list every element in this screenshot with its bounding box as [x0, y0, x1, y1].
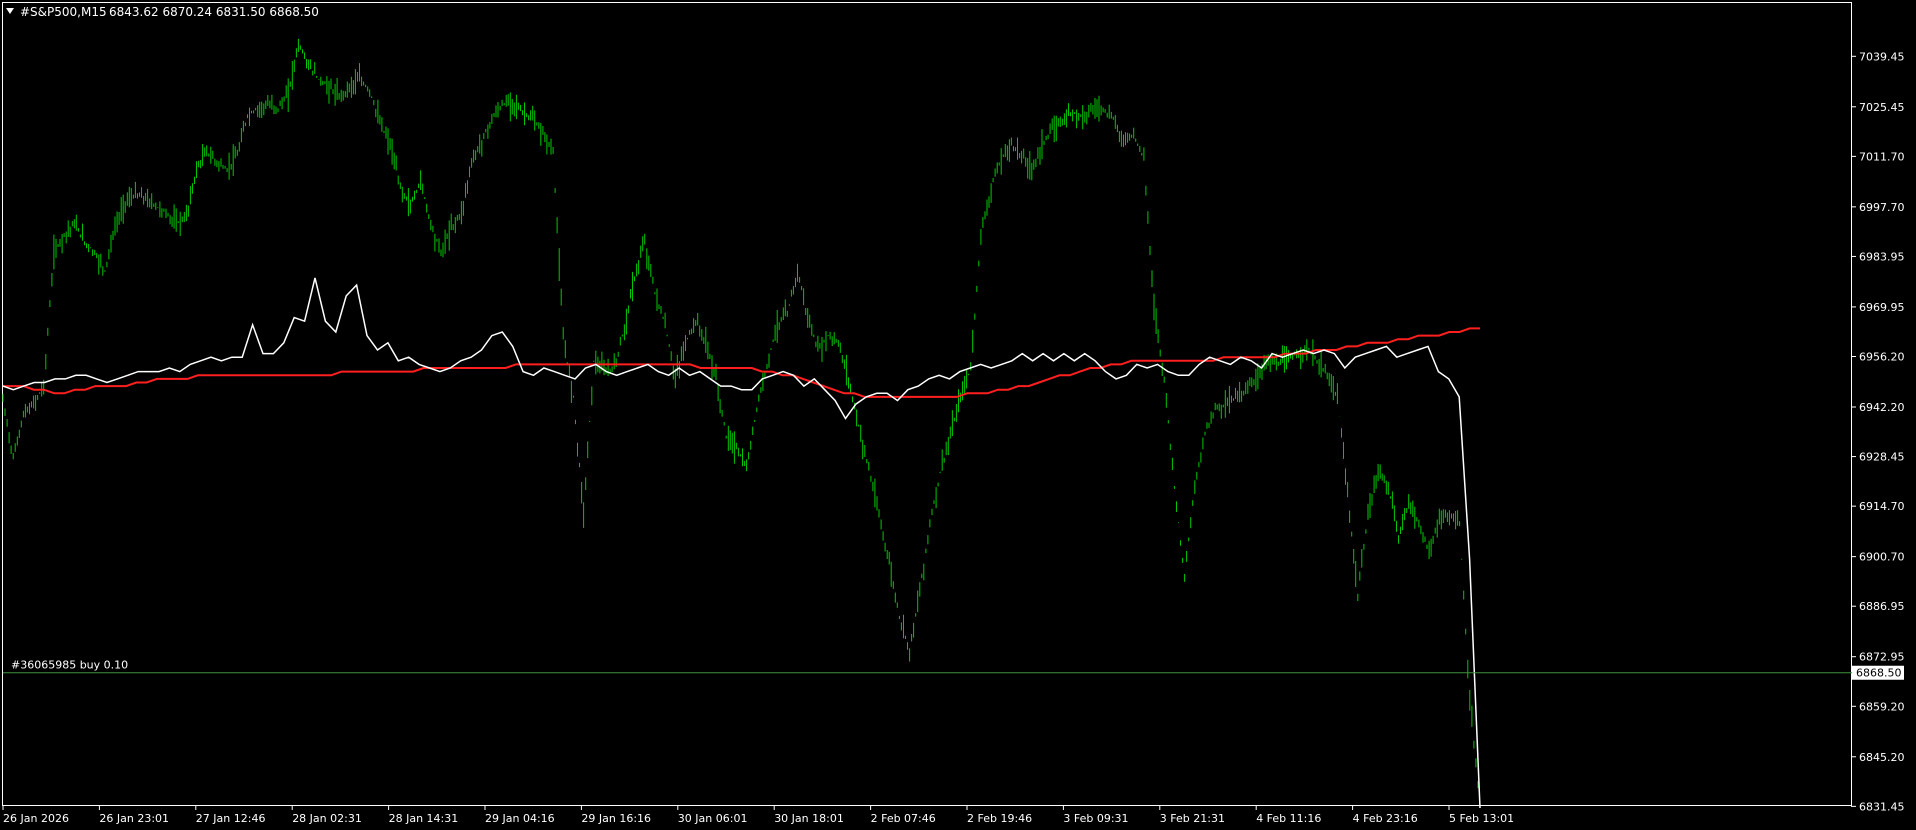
- y-tick-label: 6900.70: [1859, 551, 1905, 564]
- x-tick-label: 28 Jan 14:31: [389, 812, 459, 825]
- y-tick-label: 7011.70: [1859, 150, 1905, 163]
- plot-area-border: [2, 2, 1852, 806]
- y-tick-label: 6914.70: [1859, 500, 1905, 513]
- y-tick-label: 6983.95: [1859, 250, 1905, 263]
- price-axis[interactable]: 7039.45 7025.45 7011.70 6997.70 6983.95 6969.…: [1851, 50, 1905, 813]
- y-tick-label: 6859.20: [1859, 700, 1905, 713]
- x-tick-label: 26 Jan 2026: [3, 812, 69, 825]
- x-tick-label: 3 Feb 09:31: [1063, 812, 1128, 825]
- x-tick-label: 29 Jan 16:16: [581, 812, 651, 825]
- x-tick-label: 27 Jan 12:46: [196, 812, 266, 825]
- y-tick-label: 6969.95: [1859, 301, 1905, 314]
- y-tick-label: 6872.95: [1859, 651, 1905, 664]
- time-axis[interactable]: 26 Jan 2026 26 Jan 23:01 27 Jan 12:46 28 Ja…: [2, 805, 1514, 825]
- x-tick-label: 28 Jan 02:31: [292, 812, 362, 825]
- y-tick-label: 7039.45: [1859, 50, 1905, 63]
- chart-ohlc-label: 6843.62 6870.24 6831.50 6868.50: [109, 5, 319, 19]
- y-tick-label: 6845.20: [1859, 751, 1905, 764]
- y-tick-label: 6928.45: [1859, 451, 1905, 464]
- x-tick-label: 30 Jan 18:01: [774, 812, 844, 825]
- x-tick-label: 2 Feb 19:46: [967, 812, 1032, 825]
- y-tick-label: 6956.20: [1859, 351, 1905, 364]
- price-chart[interactable]: #S&P500,M15 6843.62 6870.24 6831.50 6868…: [0, 0, 1916, 830]
- chart-window[interactable]: #S&P500,M15 6843.62 6870.24 6831.50 6868…: [0, 0, 1916, 830]
- x-tick-label: 2 Feb 07:46: [871, 812, 936, 825]
- triangle-down-icon[interactable]: [6, 8, 14, 14]
- chart-symbol-label: #S&P500,M15: [20, 5, 107, 19]
- y-tick-label: 7025.45: [1859, 101, 1905, 114]
- y-tick-label: 6831.45: [1859, 800, 1905, 813]
- y-tick-label: 6886.95: [1859, 600, 1905, 613]
- x-tick-label: 30 Jan 06:01: [678, 812, 748, 825]
- x-tick-label: 26 Jan 23:01: [99, 812, 169, 825]
- candles-series: [2, 38, 1479, 789]
- y-tick-label: 6997.70: [1859, 201, 1905, 214]
- current-price-label: 6868.50: [1856, 667, 1902, 680]
- x-tick-label: 3 Feb 21:31: [1160, 812, 1225, 825]
- x-tick-label: 4 Feb 23:16: [1353, 812, 1418, 825]
- order-label: #36065985 buy 0.10: [11, 659, 128, 672]
- moving-average-line: [3, 327, 1480, 398]
- x-tick-label: 29 Jan 04:16: [485, 812, 555, 825]
- y-tick-label: 6942.20: [1859, 401, 1905, 414]
- x-tick-label: 4 Feb 11:16: [1256, 812, 1321, 825]
- x-tick-label: 5 Feb 13:01: [1449, 812, 1514, 825]
